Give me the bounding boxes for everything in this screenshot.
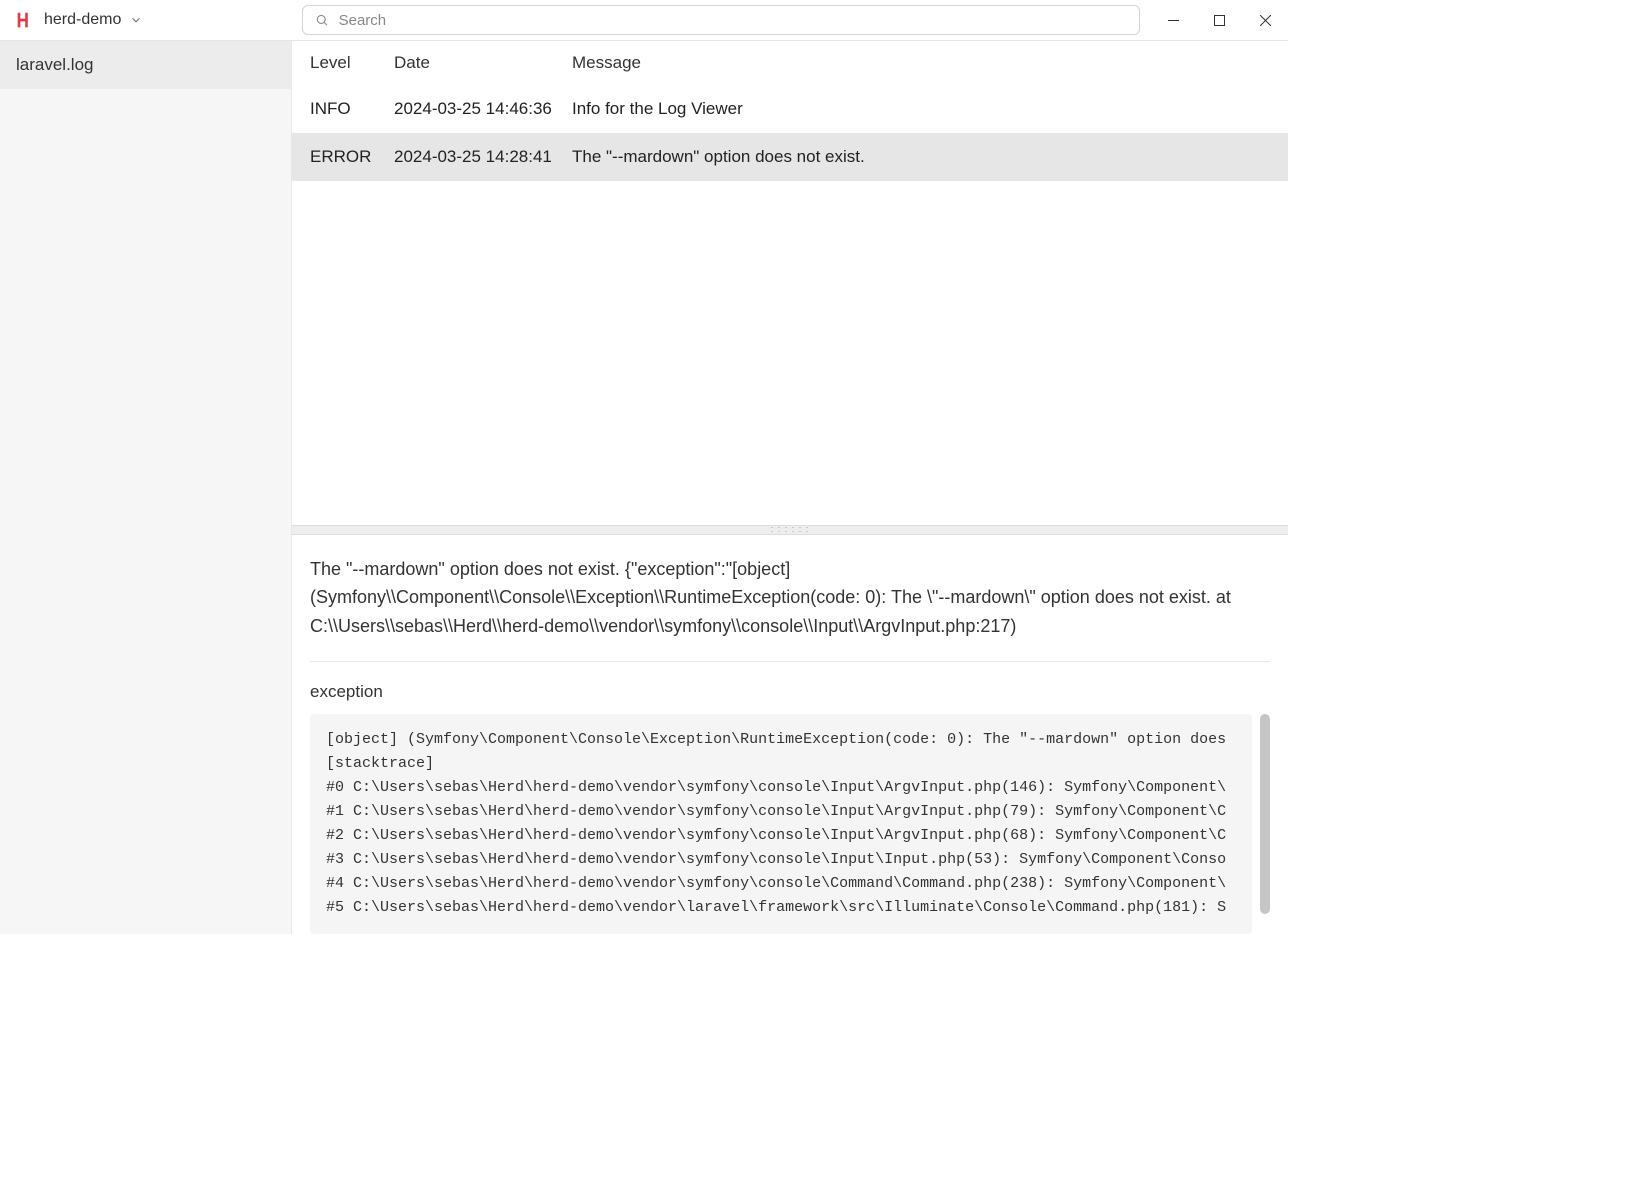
cell-message: Info for the Log Viewer — [572, 99, 1270, 119]
log-spacer — [292, 181, 1288, 525]
cell-date: 2024-03-25 14:46:36 — [394, 99, 572, 119]
header-date: Date — [394, 53, 572, 73]
cell-message: The "--mardown" option does not exist. — [572, 147, 1270, 167]
detail-message: The "--mardown" option does not exist. {… — [310, 555, 1270, 662]
close-button[interactable] — [1242, 0, 1288, 40]
search-input[interactable] — [339, 12, 1127, 29]
table-header: Level Date Message — [292, 41, 1288, 85]
herd-logo-icon — [16, 11, 34, 29]
titlebar: herd-demo — [0, 0, 1288, 41]
sidebar-item-logfile[interactable]: laravel.log — [0, 41, 291, 89]
cell-level: INFO — [310, 99, 394, 119]
log-table: Level Date Message INFO 2024-03-25 14:46… — [292, 41, 1288, 181]
sidebar-item-label: laravel.log — [16, 55, 94, 74]
minimize-button[interactable] — [1150, 0, 1196, 40]
chevron-down-icon — [129, 13, 143, 27]
header-level: Level — [310, 53, 394, 73]
search-box[interactable] — [302, 5, 1140, 35]
cell-date: 2024-03-25 14:28:41 — [394, 147, 572, 167]
cell-level: ERROR — [310, 147, 394, 167]
sidebar: laravel.log — [0, 41, 292, 934]
stacktrace-content: [object] (Symfony\Component\Console\Exce… — [310, 714, 1252, 934]
project-selector[interactable]: herd-demo — [44, 11, 143, 29]
table-row[interactable]: ERROR 2024-03-25 14:28:41 The "--mardown… — [292, 133, 1288, 181]
table-row[interactable]: INFO 2024-03-25 14:46:36 Info for the Lo… — [292, 85, 1288, 133]
header-message: Message — [572, 53, 1270, 73]
detail-section-label: exception — [310, 682, 1270, 702]
scrollbar-thumb[interactable] — [1260, 714, 1270, 914]
splitter-handle[interactable]: : : : : : : — [292, 525, 1288, 535]
grip-icon: : : : : : : — [771, 525, 810, 534]
project-name: herd-demo — [44, 11, 121, 29]
detail-panel: The "--mardown" option does not exist. {… — [292, 535, 1288, 934]
search-icon — [315, 13, 329, 27]
maximize-button[interactable] — [1196, 0, 1242, 40]
